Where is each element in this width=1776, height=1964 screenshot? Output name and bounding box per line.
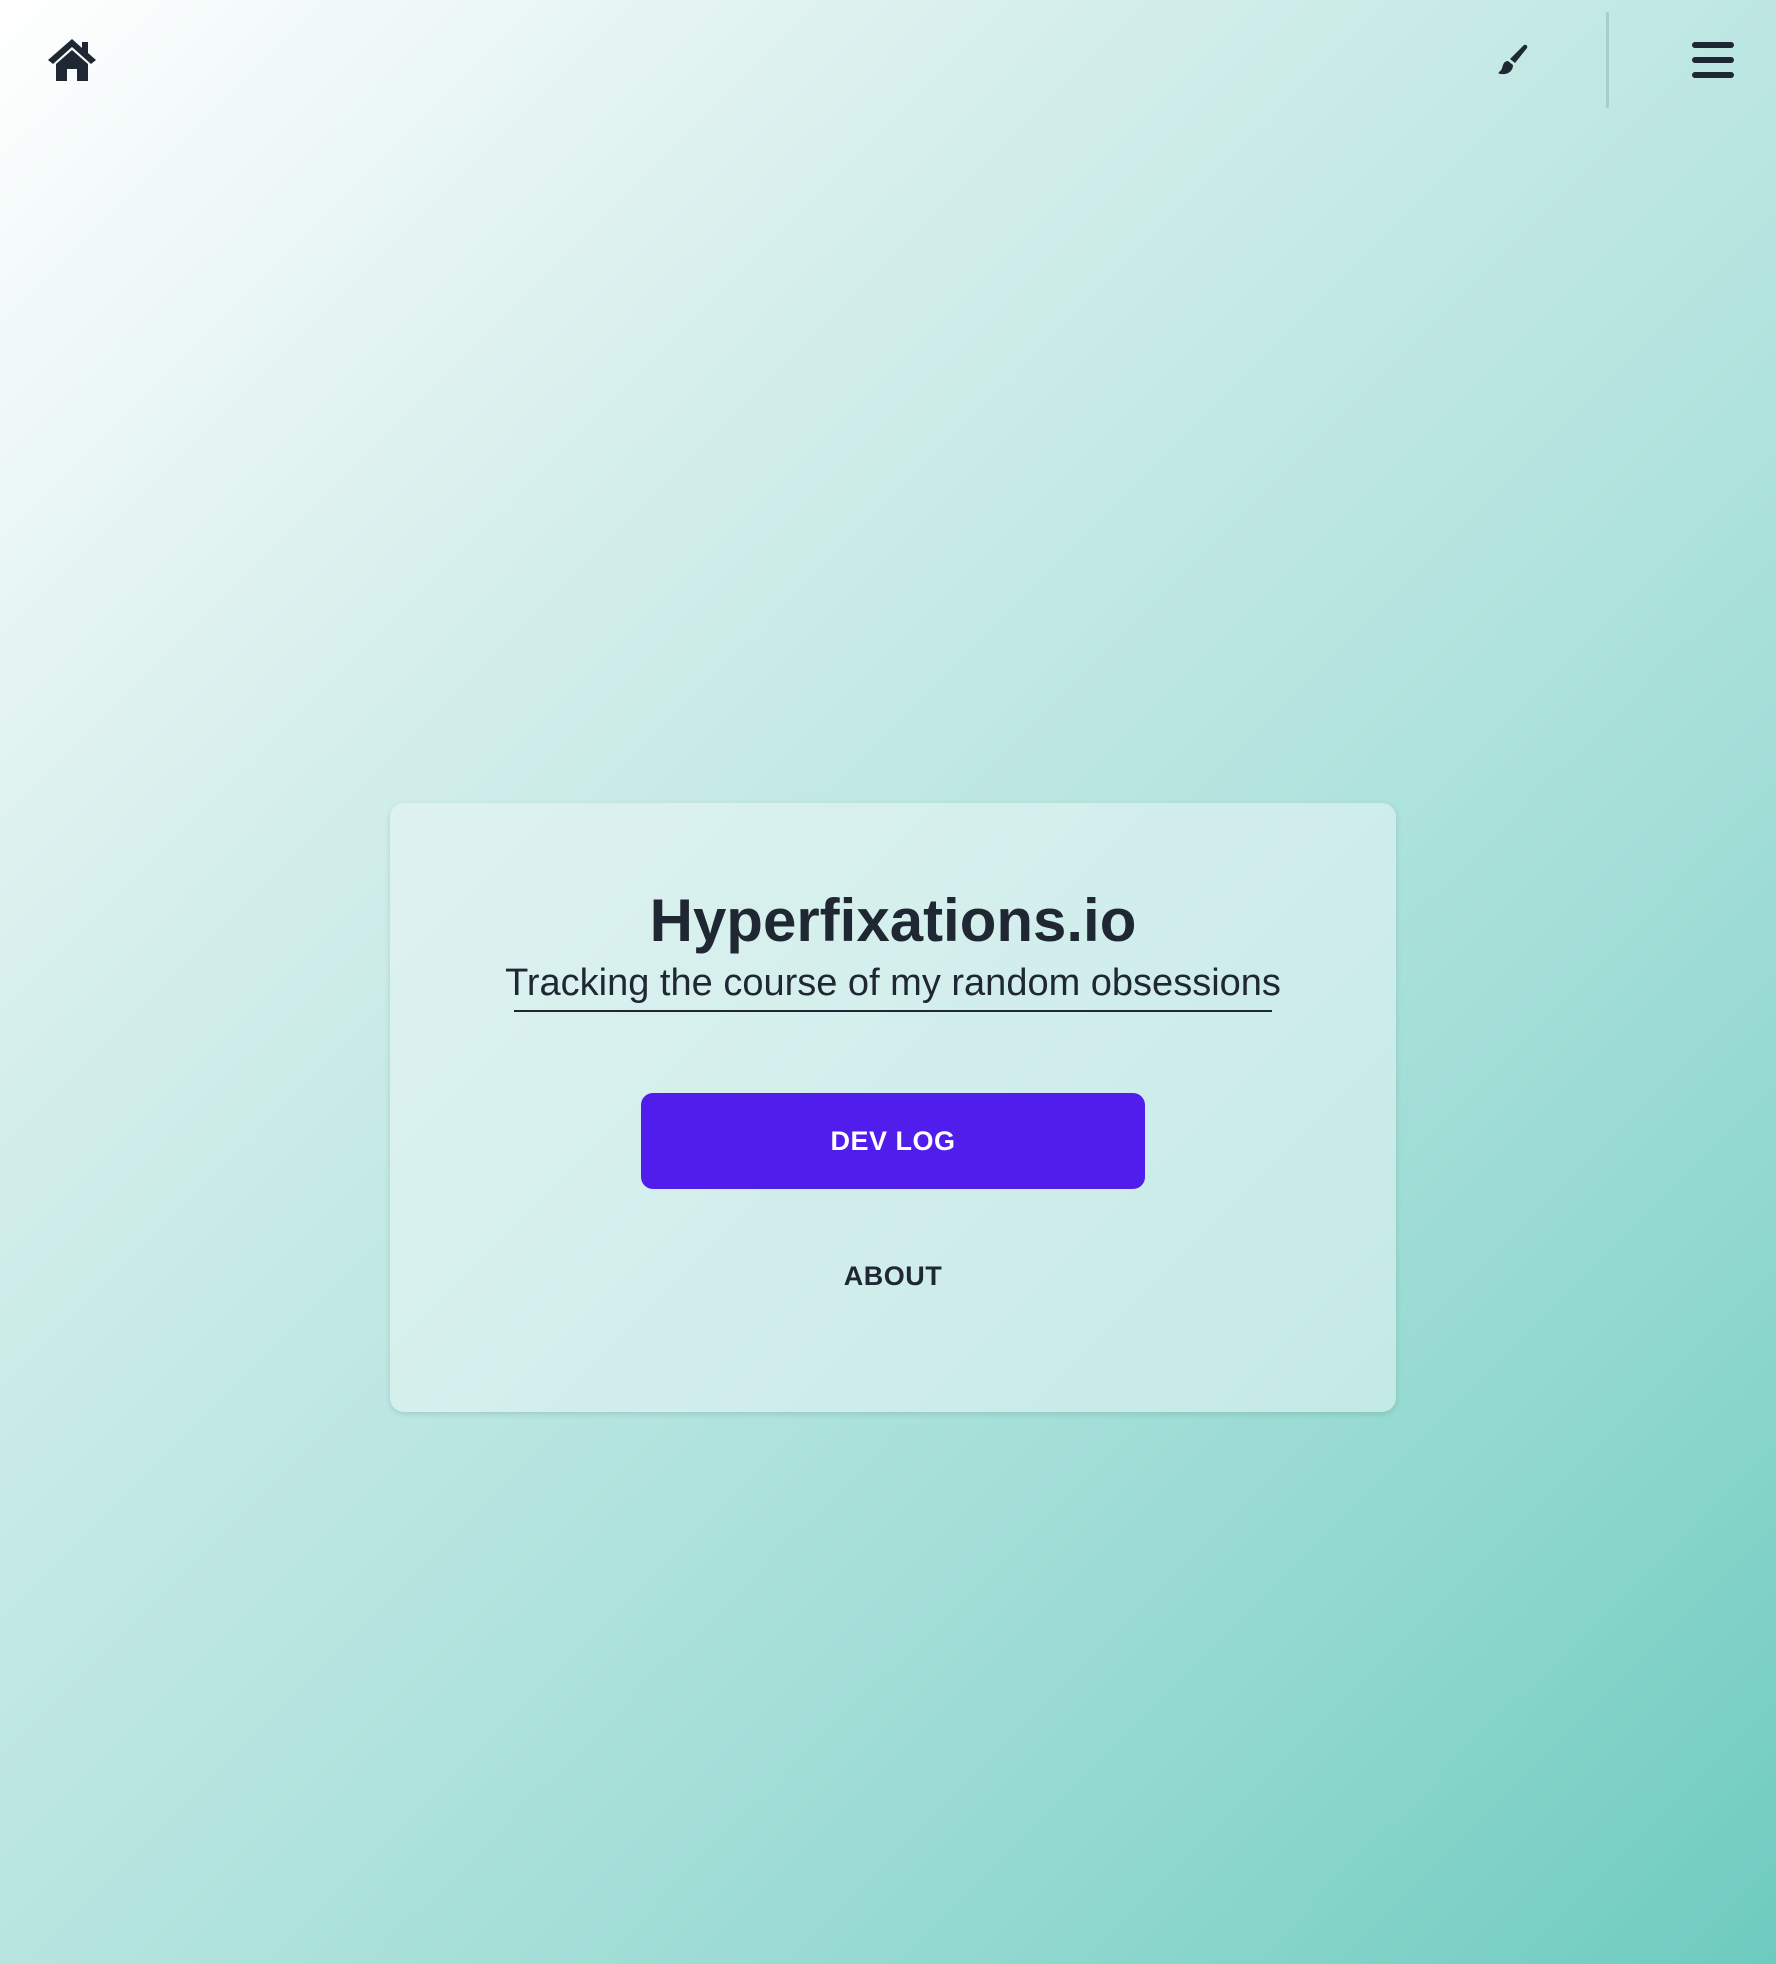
site-title: Hyperfixations.io — [649, 887, 1137, 954]
page: Hyperfixations.io Tracking the course of… — [0, 0, 1776, 1964]
about-button[interactable]: ABOUT — [743, 1248, 1043, 1304]
hamburger-menu-icon — [1690, 40, 1736, 80]
hero-card: Hyperfixations.io Tracking the course of… — [390, 803, 1396, 1412]
subtitle-underline — [514, 1010, 1272, 1012]
site-subtitle: Tracking the course of my random obsessi… — [505, 962, 1281, 1004]
home-icon — [46, 36, 98, 84]
home-button[interactable] — [46, 36, 98, 84]
top-navigation-bar — [0, 0, 1776, 120]
menu-button[interactable] — [1690, 40, 1736, 80]
dev-log-button[interactable]: DEV LOG — [641, 1093, 1145, 1189]
nav-divider — [1606, 12, 1609, 108]
theme-toggle-button[interactable] — [1494, 42, 1530, 78]
paintbrush-icon — [1494, 42, 1530, 78]
